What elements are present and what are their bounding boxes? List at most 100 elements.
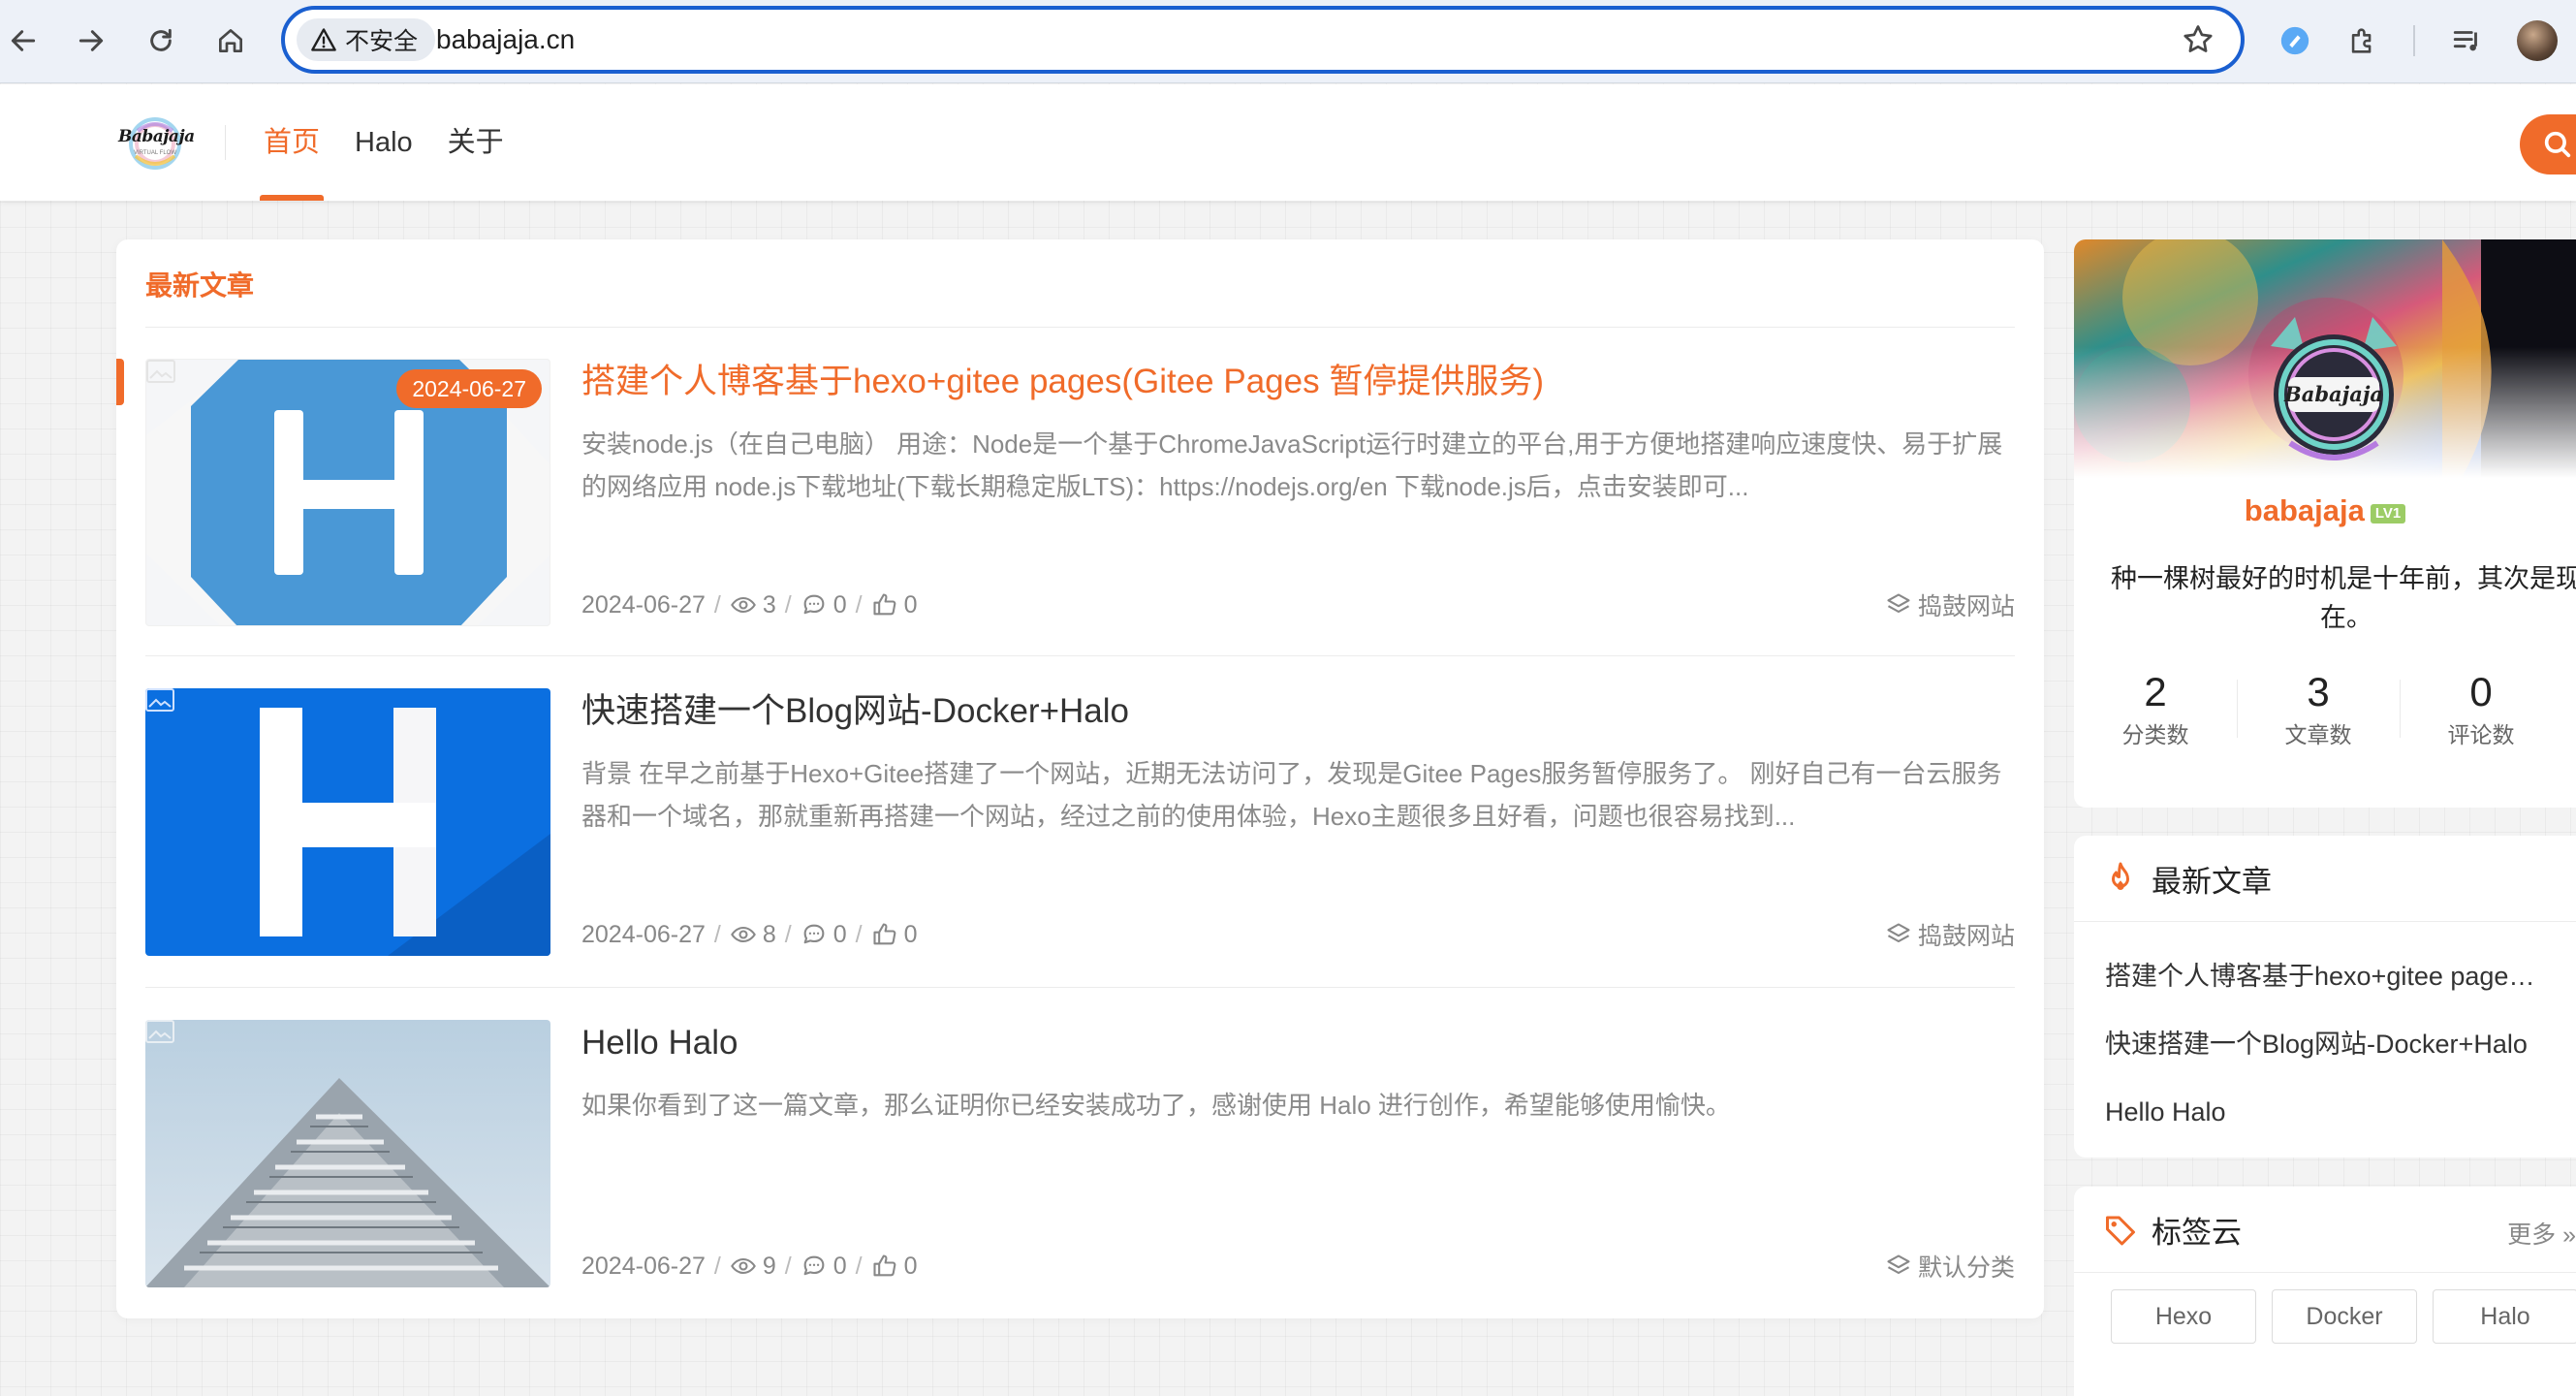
post-item[interactable]: 2024-06-27 搭建个人博客基于hexo+gitee pages(Gite… bbox=[116, 359, 2015, 626]
image-icon bbox=[146, 360, 175, 383]
post-item[interactable]: 快速搭建一个Blog网站-Docker+Halo 背景 在早之前基于Hexo+G… bbox=[145, 688, 2015, 956]
post-thumbnail[interactable]: 2024-06-27 bbox=[145, 359, 550, 626]
bookmark-star-icon[interactable] bbox=[2181, 22, 2215, 57]
header-divider bbox=[225, 125, 226, 160]
search-button[interactable] bbox=[2520, 114, 2576, 174]
reload-button[interactable] bbox=[138, 17, 184, 64]
tag-hexo[interactable]: Hexo bbox=[2111, 1289, 2256, 1344]
post-likes: 0 bbox=[903, 920, 918, 948]
stat-value: 0 bbox=[2469, 669, 2493, 714]
author-avatar[interactable]: Babajaja bbox=[2251, 307, 2416, 472]
level-badge: LV1 bbox=[2370, 504, 2406, 524]
post-date: 2024-06-27 bbox=[581, 1252, 706, 1280]
security-chip[interactable]: 不安全 bbox=[297, 18, 436, 61]
post-thumbnail[interactable] bbox=[145, 688, 550, 956]
reading-list-button[interactable] bbox=[2444, 17, 2491, 64]
tag-halo[interactable]: Halo bbox=[2433, 1289, 2576, 1344]
post-category-label: 默认分类 bbox=[1917, 1254, 2015, 1282]
more-tags-link[interactable]: 更多 » bbox=[2507, 1216, 2576, 1251]
eye-icon bbox=[730, 596, 756, 614]
section-title: 最新文章 bbox=[145, 270, 255, 301]
layers-icon bbox=[1887, 923, 1910, 943]
forward-button[interactable] bbox=[68, 17, 114, 64]
recent-posts-widget: 最新文章 搭建个人博客基于hexo+gitee pages(Gitee Page… bbox=[2074, 836, 2576, 1158]
search-icon bbox=[2544, 131, 2571, 158]
main-nav: 首页 Halo 关于 bbox=[246, 84, 521, 201]
puzzle-icon bbox=[2351, 28, 2372, 53]
recent-post-title: 快速搭建一个Blog网站-Docker+Halo bbox=[2105, 1030, 2528, 1059]
stat-label: 分类数 bbox=[2121, 722, 2189, 747]
nav-item-about[interactable]: 关于 bbox=[430, 84, 521, 201]
thumbs-up-icon bbox=[873, 1254, 895, 1277]
post-meta: 2024-06-27 / 3 / 0 / 0 bbox=[581, 590, 918, 619]
post-likes: 0 bbox=[903, 590, 918, 619]
post-likes: 0 bbox=[903, 1252, 918, 1280]
post-title[interactable]: 快速搭建一个Blog网站-Docker+Halo bbox=[581, 688, 2015, 735]
nav-item-halo[interactable]: Halo bbox=[337, 84, 430, 201]
comment-icon bbox=[803, 1255, 825, 1276]
post-comments: 0 bbox=[832, 920, 847, 948]
eye-icon bbox=[730, 926, 756, 943]
widget-title: 最新文章 bbox=[2152, 864, 2272, 899]
arrow-right-icon bbox=[79, 30, 104, 51]
extensions-button[interactable] bbox=[2340, 17, 2386, 64]
widget-divider bbox=[2074, 1272, 2576, 1273]
nav-item-home[interactable]: 首页 bbox=[246, 84, 337, 201]
post-views: 8 bbox=[762, 920, 776, 948]
post-title[interactable]: Hello Halo bbox=[581, 1020, 2015, 1066]
flame-icon bbox=[2112, 862, 2129, 890]
recent-post-item[interactable]: 快速搭建一个Blog网站-Docker+Halo bbox=[2105, 1010, 2576, 1078]
article-list-card: 最新文章 2024-06-27 搭建个人博客基于hexo+gitee pages… bbox=[116, 239, 2044, 1318]
post-date: 2024-06-27 bbox=[581, 920, 706, 948]
stat-posts[interactable]: 3 文章数 bbox=[2237, 666, 2400, 751]
home-button[interactable] bbox=[207, 17, 254, 64]
tag-docker[interactable]: Docker bbox=[2272, 1289, 2417, 1344]
security-label: 不安全 bbox=[345, 28, 419, 55]
post-category[interactable]: 捣鼓网站 bbox=[1885, 917, 2015, 952]
widget-header: 最新文章 bbox=[2103, 859, 2272, 899]
halo-blue-cover bbox=[145, 688, 550, 956]
post-category[interactable]: 默认分类 bbox=[1885, 1249, 2015, 1284]
thumbs-up-icon bbox=[873, 593, 895, 616]
author-motto: 种一棵树最好的时机是十年前，其次是现在。 bbox=[2111, 564, 2576, 632]
warning-icon bbox=[311, 28, 336, 51]
author-stats: 2 分类数 3 文章数 0 评论数 bbox=[2074, 666, 2562, 751]
recent-post-item[interactable]: 搭建个人博客基于hexo+gitee pages(Gitee Pages 暂停提… bbox=[2105, 942, 2576, 1010]
recent-posts-list: 搭建个人博客基于hexo+gitee pages(Gitee Pages 暂停提… bbox=[2105, 942, 2576, 1146]
extension-button[interactable] bbox=[2272, 17, 2318, 64]
post-category[interactable]: 捣鼓网站 bbox=[1885, 587, 2015, 622]
stat-categories[interactable]: 2 分类数 bbox=[2074, 666, 2237, 751]
post-category-label: 捣鼓网站 bbox=[1917, 923, 2015, 950]
profile-avatar[interactable] bbox=[2517, 20, 2558, 61]
back-button[interactable] bbox=[0, 17, 47, 64]
post-views: 9 bbox=[762, 1252, 776, 1280]
comment-icon bbox=[803, 924, 825, 944]
post-date-badge: 2024-06-27 bbox=[396, 369, 542, 408]
address-bar[interactable]: 不安全 babajaja.cn bbox=[281, 6, 2245, 74]
post-item[interactable]: Hello Halo 如果你看到了这一篇文章，那么证明你已经安装成功了，感谢使用… bbox=[145, 1020, 2015, 1287]
queue-music-icon bbox=[2453, 31, 2477, 51]
browser-toolbar: 不安全 babajaja.cn bbox=[0, 0, 2576, 83]
thumbs-up-icon bbox=[873, 923, 895, 945]
home-icon bbox=[219, 29, 242, 52]
post-title[interactable]: 搭建个人博客基于hexo+gitee pages(Gitee Pages 暂停提… bbox=[581, 359, 2015, 405]
author-name[interactable]: babajaja bbox=[2245, 493, 2365, 527]
post-meta: 2024-06-27 / 9 / 0 / 0 bbox=[581, 1252, 918, 1280]
recent-post-item[interactable]: Hello Halo bbox=[2105, 1078, 2576, 1146]
logo-subtext: VIRTUAL FLOW bbox=[133, 150, 176, 156]
comment-icon bbox=[803, 594, 825, 615]
eye-icon bbox=[730, 1257, 756, 1275]
post-comments: 0 bbox=[832, 1252, 847, 1280]
stat-comments[interactable]: 0 评论数 bbox=[2400, 666, 2562, 751]
image-icon bbox=[145, 1020, 174, 1043]
post-divider bbox=[145, 987, 2015, 988]
tag-cloud-widget: 标签云 更多 » Hexo Docker Halo bbox=[2074, 1187, 2576, 1396]
logo-text: Babajaja bbox=[118, 127, 195, 146]
section-divider bbox=[145, 327, 2015, 328]
post-excerpt: 安装node.js（在自己电脑） 用途：Node是一个基于ChromeJavaS… bbox=[581, 429, 2003, 501]
arrow-left-icon bbox=[11, 30, 36, 51]
post-thumbnail[interactable] bbox=[145, 1020, 550, 1287]
site-header: Babajaja VIRTUAL FLOW 首页 Halo 关于 bbox=[0, 84, 2576, 201]
site-logo[interactable]: Babajaja VIRTUAL FLOW bbox=[118, 113, 195, 174]
url-text[interactable]: babajaja.cn bbox=[436, 10, 575, 70]
